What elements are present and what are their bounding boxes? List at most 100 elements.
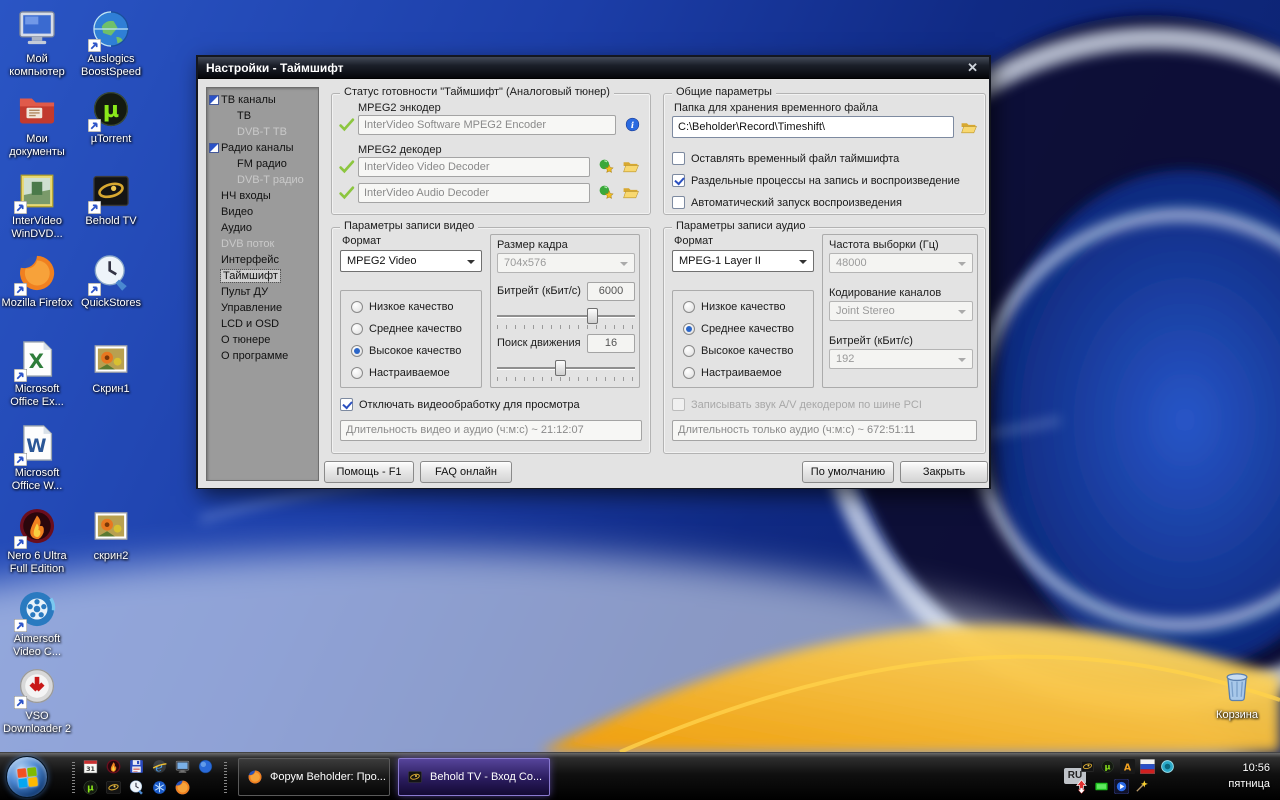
general-checkbox[interactable]: Автоматический запуск воспроизведения xyxy=(672,196,902,209)
tree-item[interactable]: LCD и OSD xyxy=(207,316,318,332)
video-format-dropdown[interactable]: MPEG2 Video xyxy=(340,250,482,272)
video-quality-radio[interactable]: Высокое качество xyxy=(351,345,461,357)
player-tray-icon[interactable] xyxy=(1114,779,1129,794)
folder-open-icon[interactable] xyxy=(960,119,977,136)
utorrent-tray-icon[interactable]: µ xyxy=(1100,759,1115,774)
taskbar-button[interactable]: Behold TV - Вход Co... xyxy=(398,758,550,796)
radio-icon[interactable] xyxy=(683,323,695,335)
tree-checkbox-icon[interactable] xyxy=(209,143,219,153)
desktop-icon-computer[interactable]: Мой компьютер xyxy=(0,8,74,79)
nero-quicklaunch-icon[interactable] xyxy=(105,758,122,775)
audio-format-dropdown[interactable]: MPEG-1 Layer II xyxy=(672,250,814,272)
quick-launch-handle[interactable] xyxy=(72,761,75,793)
tree-item[interactable]: DVB поток xyxy=(207,236,318,252)
help-button[interactable]: Помощь - F1 xyxy=(324,461,414,483)
close-button[interactable]: Закрыть xyxy=(900,461,988,483)
audio-quality-radio[interactable]: Среднее качество xyxy=(683,323,794,335)
video-bitrate-slider[interactable] xyxy=(497,307,635,331)
video-quality-radio[interactable]: Среднее качество xyxy=(351,323,462,335)
folder-open-icon[interactable] xyxy=(622,184,639,201)
updown-tray-icon[interactable] xyxy=(1074,779,1089,794)
network-quicklaunch-icon[interactable] xyxy=(197,758,214,775)
faq-button[interactable]: FAQ онлайн xyxy=(420,461,512,483)
radio-icon[interactable] xyxy=(351,301,363,313)
desktop-icon-beholdtv[interactable]: Behold TV xyxy=(74,170,148,228)
utorrent-quicklaunch-icon[interactable]: µ xyxy=(82,779,99,796)
checkbox-icon[interactable] xyxy=(672,196,685,209)
tree-item[interactable]: ТВ каналы xyxy=(207,92,318,108)
radio-icon[interactable] xyxy=(683,301,695,313)
tealround-tray-icon[interactable] xyxy=(1160,759,1175,774)
dialog-titlebar[interactable]: Настройки - Таймшифт ✕ xyxy=(198,57,989,79)
start-button[interactable] xyxy=(6,756,48,798)
desktop-icon-photo[interactable]: Скрин1 xyxy=(74,338,148,396)
audio-quality-radio[interactable]: Низкое качество xyxy=(683,301,786,313)
audio-quality-radio[interactable]: Высокое качество xyxy=(683,345,793,357)
tree-item[interactable]: НЧ входы xyxy=(207,188,318,204)
display-quicklaunch-icon[interactable] xyxy=(174,758,191,775)
desktop-icon-clock[interactable]: QuickStores xyxy=(74,252,148,310)
desktop-icon-utorrent[interactable]: µµTorrent xyxy=(74,88,148,146)
quick-launch-handle[interactable] xyxy=(224,761,227,793)
folder-path-input[interactable]: C:\Beholder\Record\Timeshift\ xyxy=(672,116,954,138)
desktop-icon-nero[interactable]: Nero 6 Ultra Full Edition xyxy=(0,505,74,576)
radio-icon[interactable] xyxy=(351,323,363,335)
tree-checkbox-icon[interactable] xyxy=(209,95,219,105)
tree-item[interactable]: Таймшифт xyxy=(207,268,318,284)
checkbox-icon[interactable] xyxy=(672,152,685,165)
tree-item[interactable]: Интерфейс xyxy=(207,252,318,268)
desktop-icon-photo[interactable]: скрин2 xyxy=(74,505,148,563)
info-icon[interactable]: i xyxy=(624,116,641,133)
tree-item[interactable]: О тюнере xyxy=(207,332,318,348)
radio-icon[interactable] xyxy=(683,345,695,357)
tree-item[interactable]: FM радио xyxy=(207,156,318,172)
desktop-icon-firefox[interactable]: Mozilla Firefox xyxy=(0,252,74,310)
general-checkbox[interactable]: Раздельные процессы на запись и воспроиз… xyxy=(672,174,960,187)
tree-item[interactable]: DVB-T радио xyxy=(207,172,318,188)
checkbox-icon[interactable] xyxy=(340,398,353,411)
calendar-quicklaunch-icon[interactable]: 31 xyxy=(82,758,99,775)
video-quality-radio[interactable]: Настраиваемое xyxy=(351,367,450,379)
checkbox-icon[interactable] xyxy=(672,174,685,187)
tree-item[interactable]: Видео xyxy=(207,204,318,220)
codec-quicklaunch-icon[interactable] xyxy=(151,779,168,796)
radio-icon[interactable] xyxy=(351,367,363,379)
letterA-tray-icon[interactable]: A xyxy=(1120,759,1135,774)
taskbar-button[interactable]: Форум Beholder: Про... xyxy=(238,758,390,796)
wand-tray-icon[interactable] xyxy=(1134,779,1149,794)
audio-quality-radio[interactable]: Настраиваемое xyxy=(683,367,782,379)
codec-select-icon[interactable] xyxy=(598,184,615,201)
tree-item[interactable]: ТВ xyxy=(207,108,318,124)
ruflag-tray-icon[interactable] xyxy=(1140,759,1155,774)
desktop-icon-aimersoft[interactable]: Aimersoft Video C... xyxy=(0,588,74,659)
desktop-icon-vso[interactable]: VSO Downloader 2 xyxy=(0,665,74,736)
tree-item[interactable]: DVB-T ТВ xyxy=(207,124,318,140)
disable-processing-checkbox[interactable]: Отключать видеообработку для просмотра xyxy=(340,398,580,411)
clock-quicklaunch-icon[interactable] xyxy=(128,779,145,796)
folder-open-icon[interactable] xyxy=(622,158,639,175)
beholdtv-quicklaunch-icon[interactable] xyxy=(105,779,122,796)
save-quicklaunch-icon[interactable] xyxy=(128,758,145,775)
tree-item[interactable]: Радио каналы xyxy=(207,140,318,156)
desktop-icon-excel[interactable]: XMicrosoft Office Ex... xyxy=(0,338,74,409)
motion-search-slider[interactable] xyxy=(497,359,635,383)
desktop-icon-globe[interactable]: Auslogics BoostSpeed xyxy=(74,8,148,79)
tree-item[interactable]: О программе xyxy=(207,348,318,364)
radio-icon[interactable] xyxy=(683,367,695,379)
desktop-icon-word[interactable]: WMicrosoft Office W... xyxy=(0,422,74,493)
battery-tray-icon[interactable] xyxy=(1094,779,1109,794)
radio-icon[interactable] xyxy=(351,345,363,357)
tree-item[interactable]: Аудио xyxy=(207,220,318,236)
desktop-icon-recycle[interactable]: Корзина xyxy=(1200,664,1274,722)
close-icon[interactable]: ✕ xyxy=(964,60,981,76)
beholdtv-tray-icon[interactable] xyxy=(1080,759,1095,774)
video-quality-radio[interactable]: Низкое качество xyxy=(351,301,454,313)
defaults-button[interactable]: По умолчанию xyxy=(802,461,894,483)
tree-item[interactable]: Управление xyxy=(207,300,318,316)
general-checkbox[interactable]: Оставлять временный файл таймшифта xyxy=(672,152,899,165)
firefox-quicklaunch-icon[interactable] xyxy=(174,779,191,796)
tree-item[interactable]: Пульт ДУ xyxy=(207,284,318,300)
desktop-icon-folderred[interactable]: Мои документы xyxy=(0,88,74,159)
codec-select-icon[interactable] xyxy=(598,158,615,175)
desktop-icon-windvd[interactable]: InterVideo WinDVD... xyxy=(0,170,74,241)
